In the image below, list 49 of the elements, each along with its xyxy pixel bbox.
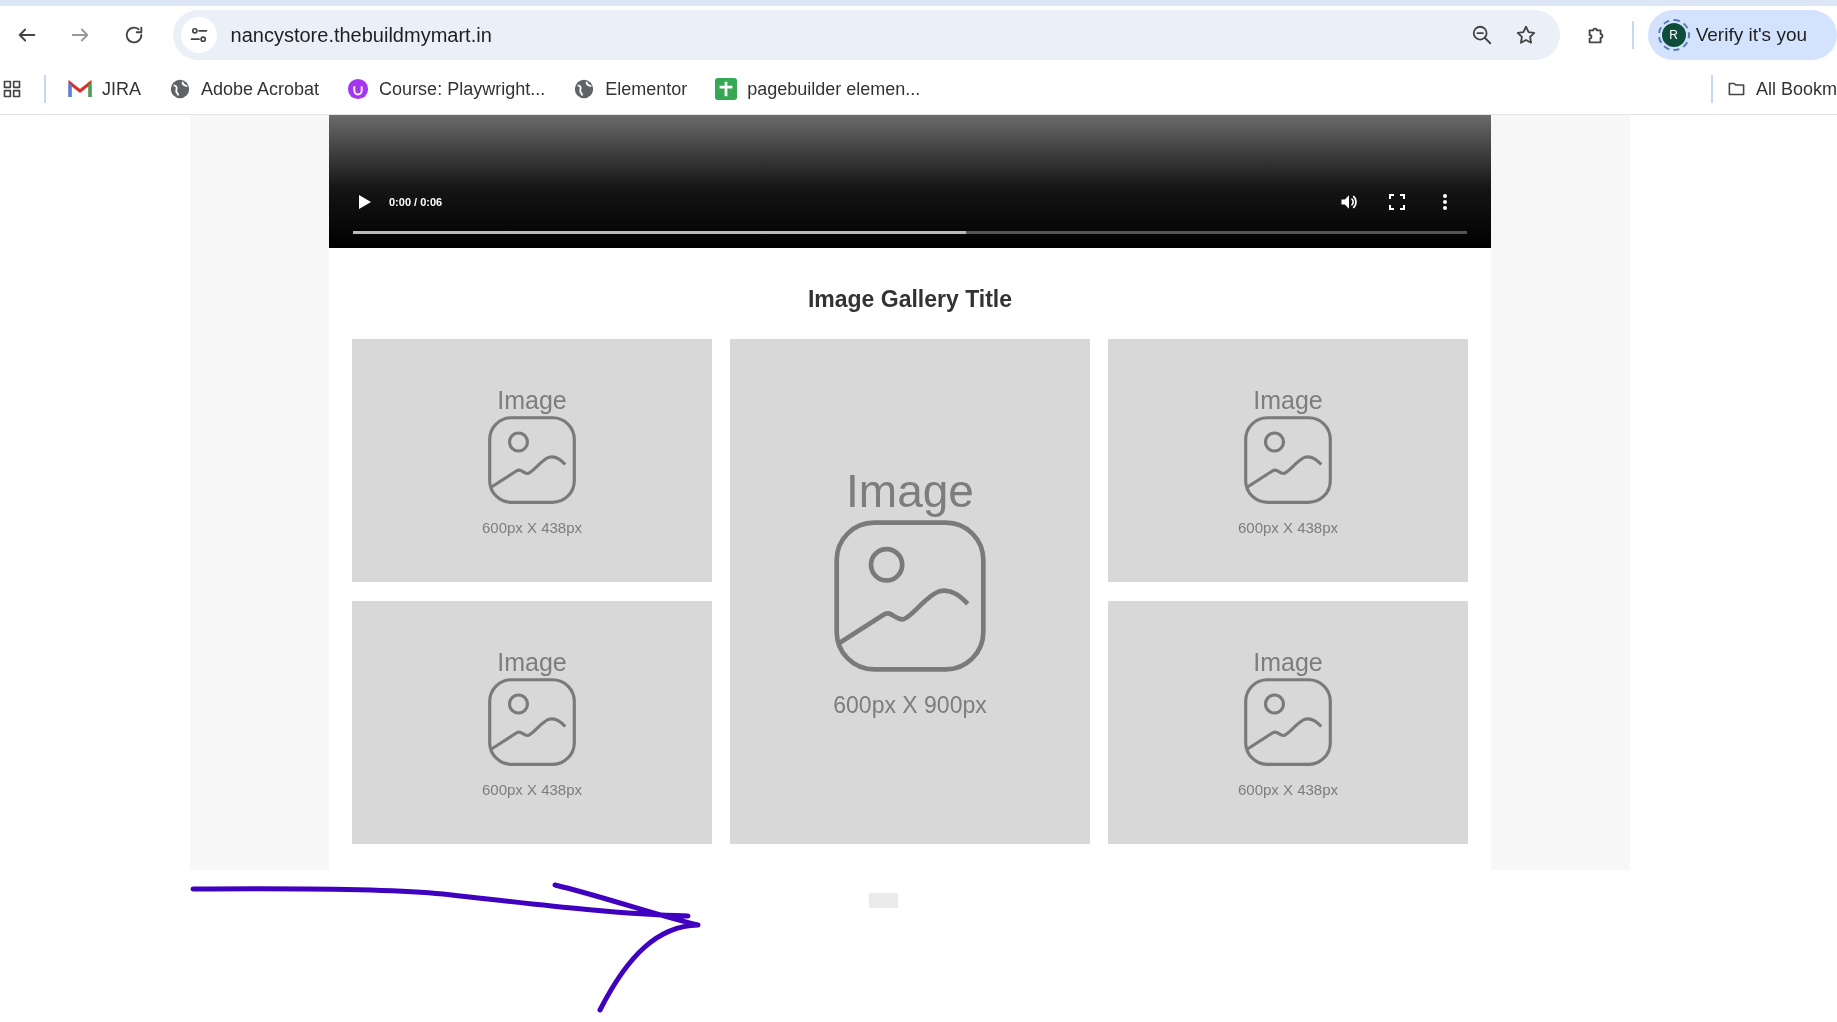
- video-progress-track[interactable]: [353, 231, 1467, 234]
- profile-label: Verify it's you: [1695, 24, 1807, 46]
- image-label: Image: [1253, 647, 1323, 677]
- image-placeholder-icon: [487, 676, 577, 767]
- profile-button[interactable]: R Verify it's you: [1647, 10, 1837, 60]
- globe-icon: [573, 78, 596, 100]
- image-label: Image: [846, 464, 974, 518]
- bookmark-label: JIRA: [102, 78, 141, 100]
- fullscreen-icon: [1389, 194, 1405, 210]
- image-label: Image: [497, 385, 567, 415]
- bookmark-link[interactable]: JIRA: [68, 78, 141, 100]
- image-placeholder-icon: [1243, 414, 1333, 505]
- image-label: Image: [497, 647, 567, 677]
- globe-icon: [169, 78, 191, 100]
- bookmark-link[interactable]: Elementor: [573, 78, 688, 100]
- bookmark-label: Course: Playwright...: [379, 78, 546, 100]
- bookmark-link[interactable]: pagebuilder elemen...: [715, 78, 921, 100]
- zoom-out-icon: [1471, 24, 1494, 46]
- bookmark-label: Elementor: [605, 78, 688, 100]
- image-size: 600px X 438px: [481, 518, 583, 536]
- image-placeholder-icon: [832, 518, 988, 674]
- spreadsheet-icon: [715, 78, 738, 100]
- bookmark-link[interactable]: Course: Playwright...: [347, 78, 546, 100]
- bookmark-link[interactable]: Adobe Acrobat: [169, 78, 320, 100]
- all-bookmarks-label: All Bookm: [1755, 78, 1837, 100]
- address-bar[interactable]: nancystore.thebuildmymart.in: [172, 10, 1561, 60]
- image-size: 600px X 900px: [833, 692, 987, 719]
- video-time: 0:00 / 0:06: [389, 196, 444, 208]
- star-icon: [1515, 24, 1538, 46]
- mail-icon: [68, 80, 92, 98]
- site-info-button[interactable]: [180, 17, 217, 53]
- url-text: nancystore.thebuildmymart.in: [230, 23, 493, 47]
- course-icon: [347, 78, 370, 100]
- gallery-title: Image Gallery Title: [807, 286, 1013, 313]
- play-icon: [359, 195, 371, 209]
- video-player[interactable]: 0:00 / 0:06: [329, 115, 1491, 248]
- image-placeholder-icon: [487, 414, 577, 505]
- image-size: 600px X 438px: [1237, 518, 1339, 536]
- bookmark-label: Adobe Acrobat: [201, 78, 320, 100]
- avatar: R: [1661, 23, 1686, 47]
- image-label: Image: [1253, 385, 1323, 415]
- tune-icon: [188, 25, 209, 45]
- image-size: 600px X 438px: [481, 780, 583, 798]
- more-vertical-icon: [1442, 193, 1448, 211]
- apps-grid-icon: [2, 79, 22, 99]
- image-placeholder-icon: [1243, 676, 1333, 767]
- all-bookmarks-link[interactable]: All Bookm: [1727, 78, 1837, 100]
- bookmark-label: pagebuilder elemen...: [747, 78, 921, 100]
- image-size: 600px X 438px: [1237, 780, 1339, 798]
